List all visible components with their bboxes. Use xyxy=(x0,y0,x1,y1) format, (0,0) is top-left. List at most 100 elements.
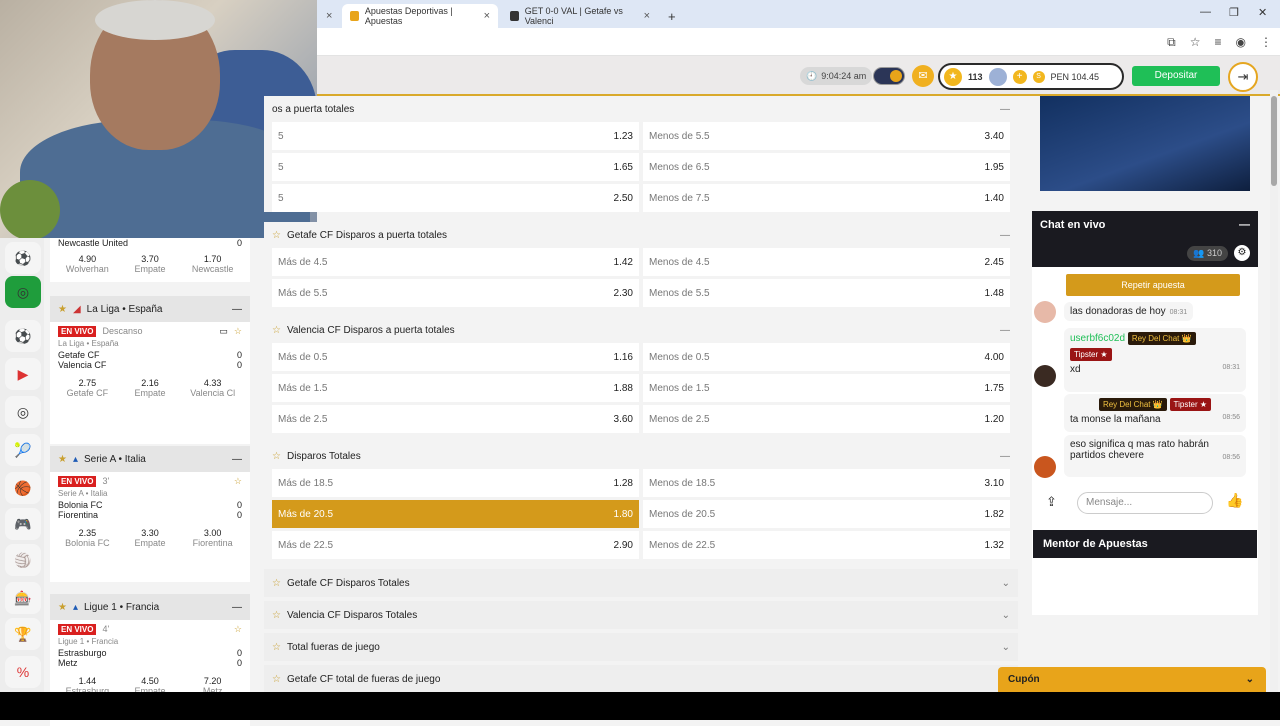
sport-icon-slots[interactable]: 🎰 xyxy=(5,582,41,614)
collapse-icon[interactable]: — xyxy=(1000,451,1010,462)
theme-toggle[interactable] xyxy=(873,67,905,85)
favorite-star-icon[interactable]: ★ xyxy=(58,304,67,315)
match-card-getafe[interactable]: EN VIVO Descanso ▭ ☆ La Liga • España Getaf… xyxy=(50,322,250,444)
coupon-bar[interactable]: Cupón ⌄ xyxy=(998,667,1266,692)
sport-icon-ball[interactable]: ⚽ xyxy=(5,242,41,274)
chevron-down-icon[interactable]: ⌄ xyxy=(1002,578,1010,589)
deposit-button[interactable]: Depositar xyxy=(1132,66,1220,86)
market-collapsed[interactable]: ☆ Getafe CF Disparos Totales ⌄ xyxy=(264,569,1018,597)
chat-username[interactable]: userbf6c02d xyxy=(1070,333,1125,344)
market-header[interactable]: ☆ Getafe CF Disparos a puerta totales — xyxy=(264,222,1018,248)
odd-cell[interactable]: Menos de 5.5 1.48 xyxy=(643,279,1010,307)
odd-cell[interactable]: Menos de 0.5 4.00 xyxy=(643,343,1010,371)
tab-close-icon[interactable]: × xyxy=(484,10,490,22)
sport-icon-basket[interactable]: 🏀 xyxy=(5,472,41,504)
match-card-bolonia[interactable]: EN VIVO 3' ☆ Serie A • Italia Bolonia FC 0 … xyxy=(50,472,250,582)
odd-away[interactable]: 4.33 Valencia Cl xyxy=(183,376,243,402)
odd-cell[interactable]: Menos de 2.5 1.20 xyxy=(643,405,1010,433)
wallet-pill[interactable]: ★ 113 + S PEN 104.45 xyxy=(938,63,1124,90)
league-header-laliga[interactable]: ★ ◢ La Liga • España — xyxy=(50,296,250,322)
add-icon[interactable]: + xyxy=(1012,69,1027,84)
collapse-icon[interactable]: — xyxy=(1000,325,1010,336)
market-header[interactable]: os a puerta totales — xyxy=(264,96,1018,122)
odd-cell[interactable]: Menos de 7.5 1.40 xyxy=(643,184,1010,212)
user-avatar[interactable] xyxy=(1034,301,1056,323)
odd-cell-selected[interactable]: Más de 20.5 1.80 xyxy=(272,500,639,528)
odd-draw[interactable]: 3.70 Empate xyxy=(120,252,180,278)
page-scrollbar[interactable] xyxy=(1270,90,1278,692)
odd-home[interactable]: 2.35 Bolonia FC xyxy=(58,526,117,552)
market-header[interactable]: ☆ Valencia CF Disparos a puerta totales — xyxy=(264,317,1018,343)
favorite-star-icon[interactable]: ☆ xyxy=(272,610,281,621)
odd-cell[interactable]: Más de 2.5 3.60 xyxy=(272,405,639,433)
live-stream-video[interactable] xyxy=(1040,96,1250,191)
sport-icon-esports[interactable]: 🎮 xyxy=(5,508,41,540)
odd-cell[interactable]: 5 1.23 xyxy=(272,122,639,150)
odd-home[interactable]: 4.90 Wolverhan xyxy=(58,252,117,278)
sport-icon-target[interactable]: ◎ xyxy=(5,396,41,428)
odd-cell[interactable]: 5 2.50 xyxy=(272,184,639,212)
sport-icon-trophy[interactable]: 🏆 xyxy=(5,618,41,650)
favorite-star-icon[interactable]: ☆ xyxy=(272,230,281,241)
market-collapsed[interactable]: ☆ Valencia CF Disparos Totales ⌄ xyxy=(264,601,1018,629)
collapse-icon[interactable]: — xyxy=(232,304,242,315)
chevron-down-icon[interactable]: ⌄ xyxy=(1246,667,1254,692)
odd-draw[interactable]: 3.30 Empate xyxy=(120,526,180,552)
repeat-bet-button[interactable]: Repetir apuesta xyxy=(1066,274,1240,296)
mentor-panel-header[interactable]: Mentor de Apuestas xyxy=(1033,530,1257,558)
favorite-star-icon[interactable]: ★ xyxy=(58,602,67,613)
sport-icon-promo[interactable]: % xyxy=(5,656,41,688)
sport-icon-featured[interactable]: ◎ xyxy=(5,276,41,308)
favorite-star-icon[interactable]: ★ xyxy=(58,454,67,465)
collapse-icon[interactable]: — xyxy=(232,454,242,465)
odd-draw[interactable]: 2.16 Empate xyxy=(120,376,180,402)
favorite-star-icon[interactable]: ☆ xyxy=(272,325,281,336)
odd-away[interactable]: 1.70 Newcastle xyxy=(183,252,243,278)
tv-icon[interactable]: ▭ xyxy=(219,326,228,337)
favorite-star-icon[interactable]: ☆ xyxy=(234,624,242,635)
restore-icon[interactable]: ❐ xyxy=(1229,6,1239,19)
gear-icon[interactable]: ⚙ xyxy=(1234,245,1250,261)
media-icon[interactable]: ≡ xyxy=(1215,35,1222,50)
user-avatar[interactable] xyxy=(988,67,1007,86)
user-avatar[interactable] xyxy=(1034,365,1056,387)
market-collapsed[interactable]: ☆Getafe CF total de fueras de juego⌄ xyxy=(264,665,1018,692)
odd-cell[interactable]: Más de 5.5 2.30 xyxy=(272,279,639,307)
tab-apuestas[interactable]: Apuestas Deportivas | Apuestas × xyxy=(342,4,498,28)
odd-away[interactable]: 3.00 Fiorentina xyxy=(183,526,243,552)
chevron-down-icon[interactable]: ⌄ xyxy=(1002,610,1010,621)
menu-kebab-icon[interactable]: ⋮ xyxy=(1260,35,1272,50)
odd-cell[interactable]: Menos de 6.5 1.95 xyxy=(643,153,1010,181)
logout-icon[interactable]: ⇥ xyxy=(1228,62,1258,92)
league-header-ligue1[interactable]: ★ ▴ Ligue 1 • Francia — xyxy=(50,594,250,620)
collapse-icon[interactable]: — xyxy=(1000,104,1010,115)
profile-icon[interactable]: ◉ xyxy=(1236,35,1246,50)
sport-icon-soccer[interactable]: ⚽ xyxy=(5,320,41,352)
market-collapsed[interactable]: ☆ Total fueras de juego ⌄ xyxy=(264,633,1018,661)
odd-cell[interactable]: Menos de 5.5 3.40 xyxy=(643,122,1010,150)
minimize-icon[interactable]: — xyxy=(1200,6,1211,18)
odd-cell[interactable]: Menos de 22.5 1.32 xyxy=(643,531,1010,559)
install-icon[interactable]: ⧉ xyxy=(1167,35,1176,50)
odd-cell[interactable]: Más de 4.5 1.42 xyxy=(272,248,639,276)
odd-home[interactable]: 2.75 Getafe CF xyxy=(58,376,117,402)
odd-cell[interactable]: Más de 22.5 2.90 xyxy=(272,531,639,559)
odd-cell[interactable]: Menos de 4.5 2.45 xyxy=(643,248,1010,276)
odd-cell[interactable]: Menos de 18.5 3.10 xyxy=(643,469,1010,497)
share-icon[interactable]: ⇪ xyxy=(1046,494,1057,510)
market-header[interactable]: ☆ Disparos Totales — xyxy=(264,443,1018,469)
odd-cell[interactable]: Más de 1.5 1.88 xyxy=(272,374,639,402)
tab-close-prev[interactable]: × xyxy=(318,4,334,28)
odd-cell[interactable]: Menos de 1.5 1.75 xyxy=(643,374,1010,402)
chat-message-input[interactable]: Mensaje... xyxy=(1077,492,1213,514)
match-card-top[interactable]: Newcastle United 0 4.90 Wolverhan 3.70 Empa… xyxy=(50,238,250,282)
sport-icon-volley[interactable]: 🏐 xyxy=(5,544,41,576)
league-header-seriea[interactable]: ★ ▴ Serie A • Italia — xyxy=(50,446,250,472)
favorite-star-icon[interactable]: ☆ xyxy=(272,674,281,685)
favorite-star-icon[interactable]: ☆ xyxy=(272,578,281,589)
odd-cell[interactable]: Más de 0.5 1.16 xyxy=(272,343,639,371)
close-window-icon[interactable]: ✕ xyxy=(1258,6,1267,19)
collapse-icon[interactable]: — xyxy=(232,602,242,613)
thumbs-up-icon[interactable]: 👍 xyxy=(1226,492,1243,509)
favorite-star-icon[interactable]: ☆ xyxy=(234,476,242,487)
